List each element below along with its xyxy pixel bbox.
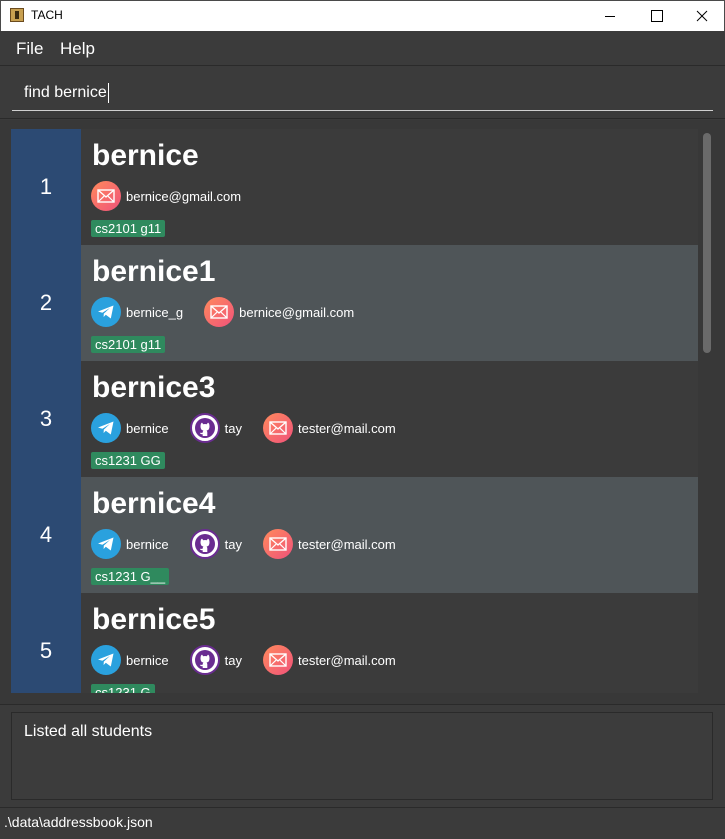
student-name: bernice [92, 139, 199, 172]
minimize-button[interactable] [587, 1, 633, 31]
command-box: find bernice [0, 67, 725, 119]
contact-github: tay [189, 413, 242, 443]
contact-github: tay [189, 645, 242, 675]
contact-telegram: bernice [91, 413, 169, 443]
contact-email-text: tester@mail.com [297, 420, 396, 436]
telegram-icon [91, 529, 121, 559]
menu-help[interactable]: Help [60, 39, 95, 59]
student-card[interactable]: 1 bernice bernice@gmail.com cs2101 g11 [11, 129, 698, 245]
contact-email-text: tester@mail.com [297, 652, 396, 668]
contact-email: bernice@gmail.com [204, 297, 354, 327]
email-icon [204, 297, 235, 327]
contact-email: tester@mail.com [262, 645, 396, 675]
class-tag: cs1231 GG [91, 452, 165, 469]
contact-github-text: tay [224, 536, 242, 552]
student-index: 1 [11, 129, 81, 245]
close-button[interactable] [679, 1, 725, 31]
contact-email-text: bernice@gmail.com [126, 188, 242, 204]
student-name: bernice1 [92, 255, 216, 288]
contact-email: tester@mail.com [262, 413, 396, 443]
student-name: bernice4 [92, 487, 216, 520]
contact-github-text: tay [224, 420, 242, 436]
menu-bar: File Help [0, 31, 725, 66]
close-icon [696, 10, 708, 22]
email-icon [91, 181, 121, 211]
status-bar: .\data\addressbook.json [0, 807, 725, 839]
command-input-text: find bernice [24, 83, 107, 101]
class-tag: cs1231 G [91, 684, 155, 693]
result-display[interactable]: Listed all students [11, 712, 713, 800]
contact-list: bernice tay tester@mail.com [91, 529, 417, 559]
maximize-button[interactable] [633, 1, 679, 31]
contact-telegram: bernice [91, 529, 169, 559]
class-tag: cs2101 g11 [91, 220, 166, 237]
student-card[interactable]: 5 bernice5 bernice tay tester@mail.com cs1231… [11, 593, 698, 693]
scrollbar-thumb[interactable] [703, 133, 711, 353]
contact-telegram-text: bernice [126, 536, 169, 552]
contact-email-text: bernice@gmail.com [239, 304, 355, 320]
student-index: 5 [11, 593, 81, 693]
window-title: TACH [31, 8, 63, 22]
contact-email-text: tester@mail.com [297, 536, 396, 552]
contact-telegram-text: bernice [126, 420, 169, 436]
student-card[interactable]: 3 bernice3 bernice tay tester@mail.com cs1231… [11, 361, 698, 477]
student-index: 3 [11, 361, 81, 477]
command-input[interactable]: find bernice [12, 75, 713, 111]
contact-list: bernice@gmail.com [91, 181, 262, 211]
student-name: bernice5 [92, 603, 216, 636]
contact-list: bernice tay tester@mail.com [91, 645, 417, 675]
result-message: Listed all students [24, 723, 153, 740]
text-caret [107, 82, 109, 103]
student-index: 4 [11, 477, 81, 593]
github-icon [189, 529, 220, 559]
contact-list: bernice tay tester@mail.com [91, 413, 417, 443]
result-display-panel: Listed all students [0, 704, 725, 807]
student-card[interactable]: 2 bernice1 bernice_g bernice@gmail.com cs210… [11, 245, 698, 361]
github-icon [189, 645, 220, 675]
telegram-icon [91, 413, 121, 443]
email-icon [262, 645, 293, 675]
email-icon [262, 529, 293, 559]
github-icon [189, 413, 220, 443]
student-list-panel: 1 bernice bernice@gmail.com cs2101 g11 2 bern… [0, 120, 725, 704]
menu-file[interactable]: File [16, 39, 43, 59]
student-list[interactable]: 1 bernice bernice@gmail.com cs2101 g11 2 bern… [11, 129, 698, 693]
contact-github: tay [189, 529, 242, 559]
contact-list: bernice_g bernice@gmail.com [91, 297, 375, 327]
contact-email: tester@mail.com [262, 529, 396, 559]
telegram-icon [91, 297, 121, 327]
student-index: 2 [11, 245, 81, 361]
email-icon [262, 413, 293, 443]
class-tag: cs2101 g11 [91, 336, 166, 353]
title-bar: TACH [0, 0, 725, 31]
contact-telegram: bernice [91, 645, 169, 675]
telegram-icon [91, 645, 121, 675]
contact-github-text: tay [224, 652, 242, 668]
contact-email: bernice@gmail.com [91, 181, 241, 211]
save-file-path: .\data\addressbook.json [4, 814, 153, 830]
contact-telegram-text: bernice_g [126, 304, 184, 320]
student-card[interactable]: 4 bernice4 bernice tay tester@mail.com cs1231… [11, 477, 698, 593]
app-icon [10, 8, 24, 22]
contact-telegram: bernice_g [91, 297, 183, 327]
contact-telegram-text: bernice [126, 652, 169, 668]
class-tag: cs1231 G__ [91, 568, 170, 585]
student-name: bernice3 [92, 371, 216, 404]
